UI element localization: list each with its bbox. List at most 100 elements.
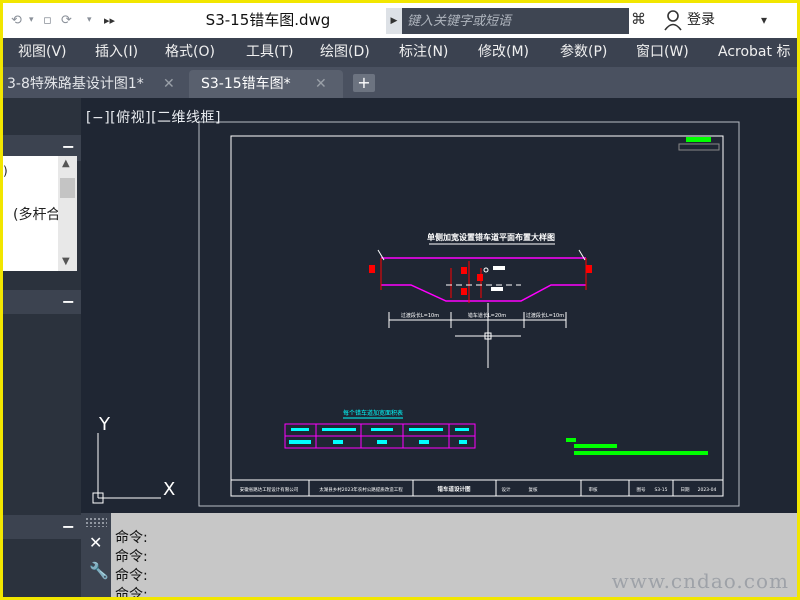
login-link[interactable]: 登录 bbox=[687, 3, 715, 38]
tab-label: 3-8特殊路基设计图1* bbox=[7, 76, 144, 92]
tab-special-subgrade[interactable]: 3-8特殊路基设计图1* ✕ bbox=[3, 70, 183, 98]
command-history-line: 命令: bbox=[115, 587, 148, 597]
scrollbar-thumb[interactable] bbox=[60, 178, 75, 198]
dimension-label-right: 过渡段长L=10m bbox=[526, 312, 564, 319]
close-icon[interactable]: ✕ bbox=[89, 533, 102, 552]
command-history-line: 命令: bbox=[115, 568, 148, 584]
dimension-label-left: 过渡段长L=10m bbox=[401, 312, 439, 319]
marker bbox=[477, 274, 483, 281]
tab-label: S3-15错车图* bbox=[201, 76, 291, 92]
table-cell-text bbox=[409, 428, 443, 431]
search-expand-icon[interactable]: ▶ bbox=[386, 8, 402, 34]
binoculars-icon[interactable]: ⌘ bbox=[631, 10, 646, 28]
scrollbar[interactable]: ▲ ▼ bbox=[58, 156, 77, 271]
page-number-mark bbox=[686, 137, 711, 142]
ucs-x-label: X bbox=[163, 479, 176, 500]
close-tab-icon[interactable]: ✕ bbox=[315, 70, 327, 98]
table-cell-text bbox=[419, 440, 429, 444]
more-tools-icon[interactable]: ▸▸ bbox=[104, 3, 115, 38]
title-block-date-label: 日期 bbox=[681, 487, 690, 493]
road-widened-edge bbox=[381, 284, 586, 302]
autocad-window: ⟲ ▾ ▫ ⟳ ▾ ▸▸ S3-15错车图.dwg ▶ ⌘ 登录 ▾ 视图(V)… bbox=[3, 3, 797, 597]
menu-acrobat[interactable]: Acrobat 标 bbox=[718, 38, 790, 67]
command-history-line: 命令: bbox=[115, 530, 148, 546]
wrench-icon[interactable]: 🔧 bbox=[89, 561, 109, 580]
note-mark bbox=[574, 451, 708, 455]
marker bbox=[461, 267, 467, 274]
title-block-project: 太湖县乡村2023年农村公路提质改造工程 bbox=[319, 486, 403, 493]
undo-dropdown-icon[interactable]: ▾ bbox=[29, 3, 34, 38]
table-cell-text bbox=[459, 440, 467, 444]
viewport-controls[interactable]: [−][俯视][二维线框] bbox=[86, 107, 221, 127]
search-input[interactable] bbox=[403, 8, 629, 34]
page-number-box bbox=[678, 143, 720, 151]
menu-tools[interactable]: 工具(T) bbox=[246, 38, 293, 67]
drawing-canvas[interactable]: 单侧加宽设置错车道平面布置大样图 过渡段长L=10m 错车道长L=20m 过渡段… bbox=[81, 98, 797, 513]
ucs-y-label: Y bbox=[99, 414, 110, 435]
title-block-design: 设计 bbox=[502, 486, 511, 493]
drag-handle[interactable] bbox=[85, 517, 107, 527]
undo-icon[interactable]: ⟲ bbox=[11, 3, 22, 38]
palette-body bbox=[3, 314, 81, 502]
menu-bar: 视图(V) 插入(I) 格式(O) 工具(T) 绘图(D) 标注(N) 修改(M… bbox=[3, 38, 797, 67]
menu-dimension[interactable]: 标注(N) bbox=[399, 38, 448, 67]
title-block-check: 复核 bbox=[529, 486, 538, 493]
title-bar: ⟲ ▾ ▫ ⟳ ▾ ▸▸ S3-15错车图.dwg ▶ ⌘ 登录 ▾ bbox=[3, 3, 797, 38]
table-cell-text bbox=[289, 440, 311, 444]
close-tab-icon[interactable]: ✕ bbox=[163, 70, 175, 98]
left-palette-column: − ) (多杆合 ▲ ▼ − − bbox=[3, 98, 81, 597]
watermark: www.cndao.com bbox=[611, 569, 789, 593]
file-title: S3-15错车图.dwg bbox=[205, 11, 331, 29]
new-tab-button[interactable]: + bbox=[353, 74, 375, 92]
redo-dropdown-icon[interactable]: ▾ bbox=[87, 3, 92, 38]
collapse-icon[interactable]: − bbox=[62, 292, 75, 311]
collapse-icon[interactable]: − bbox=[62, 517, 75, 536]
command-line-toolbar: ✕ 🔧 bbox=[81, 513, 111, 597]
login-dropdown-icon[interactable]: ▾ bbox=[761, 3, 767, 38]
table-cell-text bbox=[322, 428, 356, 431]
palette-header: − bbox=[3, 515, 81, 541]
note-mark bbox=[574, 444, 617, 448]
search-box: ▶ bbox=[386, 8, 629, 34]
scroll-down-icon[interactable]: ▼ bbox=[62, 256, 70, 267]
command-line-window: ✕ 🔧 命令: 命令: 命令: 命令: www.cndao.com bbox=[81, 513, 797, 597]
list-item[interactable]: (多杆合 bbox=[13, 204, 60, 224]
menu-modify[interactable]: 修改(M) bbox=[478, 38, 529, 67]
table-cell-text bbox=[455, 428, 469, 431]
table-cell-text bbox=[291, 428, 309, 431]
label-block bbox=[493, 266, 505, 270]
menu-window[interactable]: 窗口(W) bbox=[636, 38, 689, 67]
table-cell-text bbox=[333, 440, 343, 444]
menu-format[interactable]: 格式(O) bbox=[165, 38, 215, 67]
title-block-review: 审核 bbox=[589, 486, 598, 493]
marker bbox=[461, 288, 467, 295]
redo-icon[interactable]: ⟳ bbox=[61, 3, 72, 38]
title-block-drawing-name: 错车道设计图 bbox=[437, 485, 471, 493]
scroll-up-icon[interactable]: ▲ bbox=[62, 158, 70, 169]
user-icon[interactable] bbox=[663, 9, 683, 31]
menu-draw[interactable]: 绘图(D) bbox=[320, 38, 370, 67]
note-mark bbox=[566, 438, 576, 442]
menu-insert[interactable]: 插入(I) bbox=[95, 38, 138, 67]
tab-passing-bay[interactable]: S3-15错车图* ✕ bbox=[189, 70, 343, 98]
title-block-number: S3-15 bbox=[654, 487, 667, 493]
marker bbox=[369, 265, 375, 273]
list-marker: ) bbox=[3, 164, 8, 178]
table-cell-text bbox=[371, 428, 393, 431]
dimension-label-mid: 错车道长L=20m bbox=[468, 312, 506, 319]
marker bbox=[586, 265, 592, 273]
table-title: 每个错车道加宽面积表 bbox=[343, 409, 403, 417]
palette-header: − bbox=[3, 290, 81, 316]
drawing-title: 单侧加宽设置错车道平面布置大样图 bbox=[427, 232, 555, 242]
title-block-date: 2023-04 bbox=[698, 487, 717, 493]
properties-list[interactable]: ) (多杆合 ▲ ▼ bbox=[3, 156, 77, 271]
table-cell-text bbox=[377, 440, 387, 444]
menu-parameter[interactable]: 参数(P) bbox=[560, 38, 607, 67]
quick-access-separator-icon: ▫ bbox=[43, 13, 52, 28]
palette-body bbox=[3, 539, 81, 597]
collapse-icon[interactable]: − bbox=[62, 137, 75, 156]
title-block-org: 安徽省路达工程设计有限公司 bbox=[240, 486, 299, 493]
drawing-viewport[interactable]: 单侧加宽设置错车道平面布置大样图 过渡段长L=10m 错车道长L=20m 过渡段… bbox=[81, 98, 797, 513]
title-block-number-label: 图号 bbox=[637, 487, 646, 493]
menu-view[interactable]: 视图(V) bbox=[18, 38, 67, 67]
